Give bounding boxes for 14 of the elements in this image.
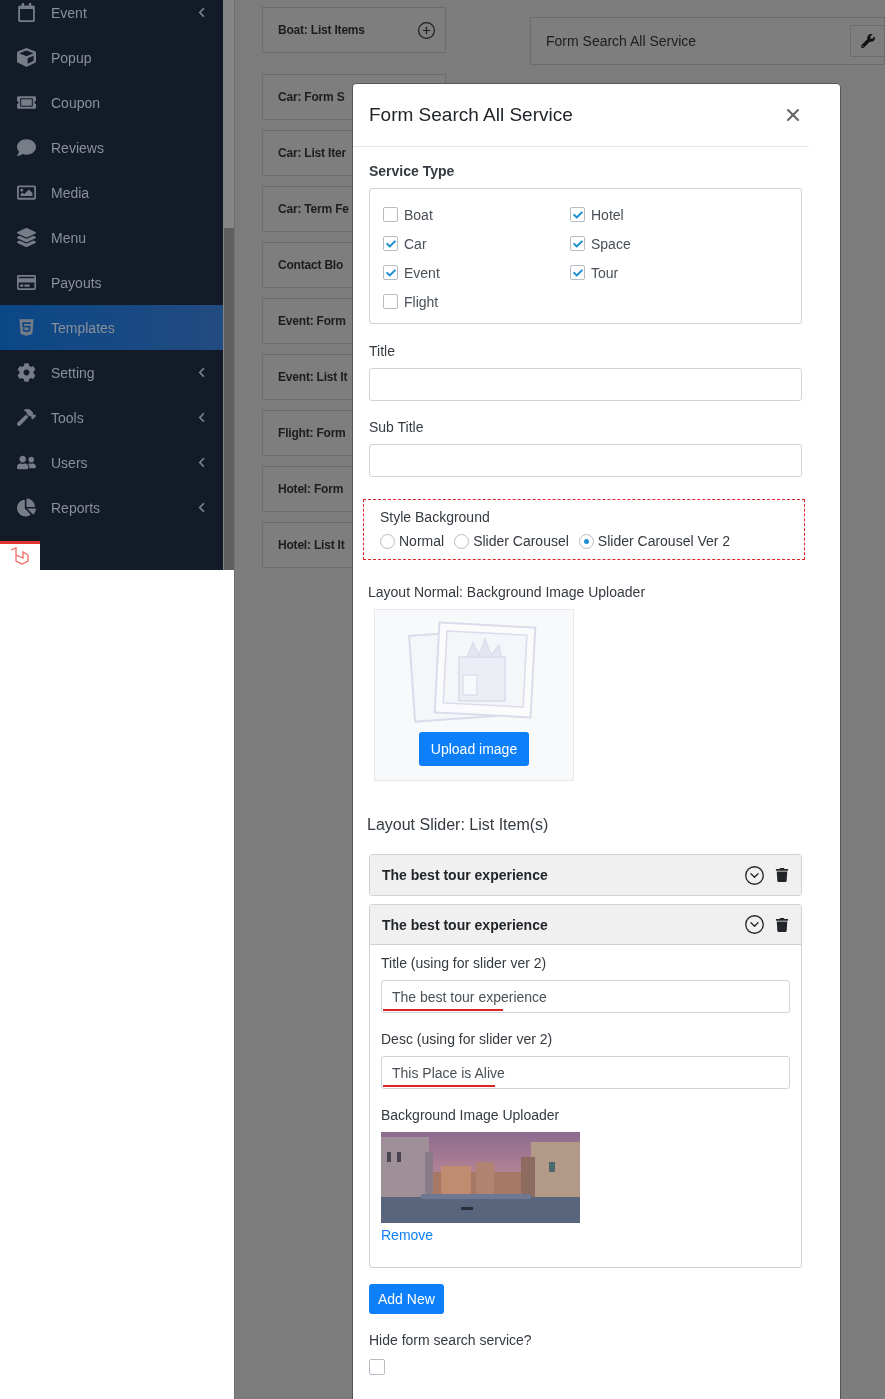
field-label: Hide form search service?: [369, 1332, 533, 1348]
field-label: Layout Normal: Background Image Uploader: [368, 584, 647, 600]
card-title: Form Search All Service: [546, 33, 697, 49]
field-label: Service Type: [369, 163, 456, 179]
field-label: Title (using for slider ver 2): [381, 955, 548, 971]
field-label: Style Background: [380, 509, 491, 525]
modal-title: Form Search All Service: [369, 104, 573, 126]
field-label: Sub Title: [369, 419, 425, 435]
field-label: Title: [369, 343, 396, 359]
field-label: Background Image Uploader: [381, 1107, 561, 1123]
item-title: The best tour experience: [382, 867, 549, 883]
field-label: Desc (using for slider ver 2): [381, 1031, 554, 1047]
section-title: Layout Slider: List Item(s): [367, 816, 550, 834]
item-title: The best tour experience: [382, 916, 549, 933]
